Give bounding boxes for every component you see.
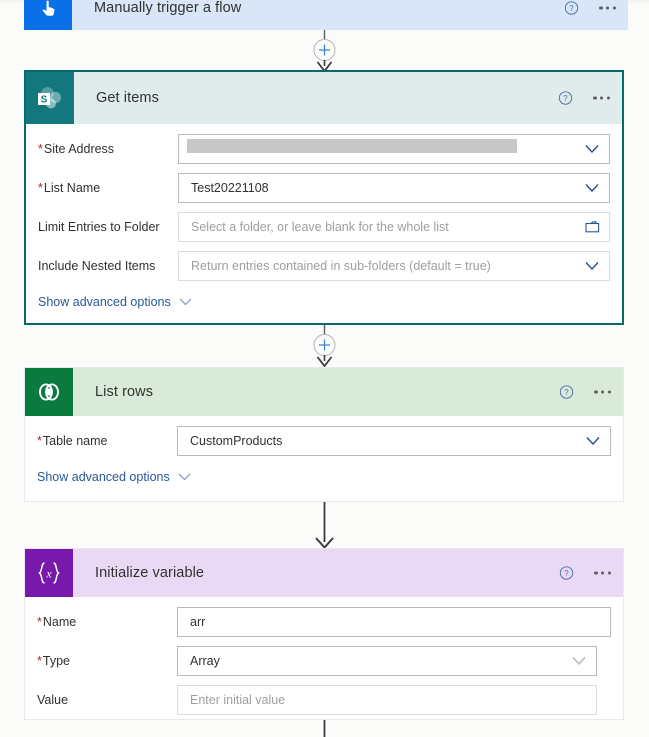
flow-step-initialize-variable[interactable]: x Initialize variable ? *Name arr *Type …	[24, 548, 624, 720]
flow-designer-canvas: Manually trigger a flow ? S Get items ? …	[0, 0, 649, 737]
flow-step-get-items[interactable]: S Get items ? *Site Address *List Name T…	[24, 70, 624, 325]
variable-braces-icon: x	[25, 549, 73, 597]
step-header-actions[interactable]: ?	[564, 1, 616, 16]
step-form: *Table name CustomProducts Show advanced…	[25, 416, 623, 484]
field-label: Value	[37, 692, 69, 707]
step-form: *Name arr *Type Array Value Enter initia…	[25, 597, 623, 715]
step-header-actions[interactable]: ?	[559, 385, 611, 400]
field-value: Array	[190, 654, 220, 668]
field-label: *Type	[37, 653, 70, 668]
dataverse-icon	[25, 368, 73, 416]
variable-type-dropdown[interactable]: Array	[177, 646, 597, 676]
show-advanced-options-label: Show advanced options	[37, 470, 170, 484]
help-icon[interactable]: ?	[558, 91, 573, 106]
variable-name-input[interactable]: arr	[177, 607, 611, 637]
folder-picker-icon[interactable]	[585, 220, 601, 234]
field-row-name: *Name arr	[37, 607, 611, 637]
limit-entries-to-folder-input[interactable]: Select a folder, or leave blank for the …	[178, 212, 610, 242]
more-options-icon[interactable]	[599, 6, 616, 10]
field-label: Include Nested Items	[38, 258, 156, 273]
field-label: *Site Address	[38, 141, 115, 156]
step-header[interactable]: Manually trigger a flow ?	[24, 0, 628, 30]
svg-text:x: x	[45, 567, 52, 581]
redacted-value-bar	[187, 139, 517, 153]
svg-text:?: ?	[570, 4, 575, 13]
field-value: CustomProducts	[190, 434, 283, 448]
chevron-down-icon[interactable]	[585, 144, 599, 154]
connector-3	[0, 502, 649, 548]
field-row-site-address: *Site Address	[38, 134, 610, 164]
field-row-type: *Type Array	[37, 646, 611, 676]
step-header[interactable]: S Get items ?	[26, 72, 622, 124]
chevron-down-icon[interactable]	[586, 436, 600, 446]
chevron-down-icon[interactable]	[585, 183, 599, 193]
list-name-dropdown[interactable]: Test20221108	[178, 173, 610, 203]
svg-text:?: ?	[565, 569, 570, 578]
field-row-limit-entries-to-folder: Limit Entries to Folder Select a folder,…	[38, 212, 610, 242]
field-value: Test20221108	[191, 181, 269, 195]
field-label: Limit Entries to Folder	[38, 219, 160, 234]
sharepoint-icon: S	[26, 72, 74, 124]
field-placeholder: Select a folder, or leave blank for the …	[191, 220, 449, 234]
field-placeholder: Enter initial value	[190, 693, 286, 707]
variable-value-input[interactable]: Enter initial value	[177, 685, 597, 715]
show-advanced-options-link[interactable]: Show advanced options	[38, 295, 610, 309]
chevron-down-icon[interactable]	[572, 657, 586, 666]
chevron-down-icon	[179, 298, 192, 306]
step-form: *Site Address *List Name Test20221108 Li…	[26, 124, 622, 309]
show-advanced-options-link[interactable]: Show advanced options	[37, 470, 611, 484]
step-title: Initialize variable	[95, 565, 205, 581]
step-header-actions[interactable]: ?	[558, 91, 610, 106]
connector-1	[0, 30, 649, 72]
connector-4	[0, 720, 649, 737]
more-options-icon[interactable]	[594, 571, 611, 575]
chevron-down-icon[interactable]	[585, 261, 599, 271]
field-row-list-name: *List Name Test20221108	[38, 173, 610, 203]
field-value: arr	[190, 615, 206, 629]
help-icon[interactable]: ?	[564, 1, 579, 16]
step-header[interactable]: List rows ?	[25, 368, 623, 416]
connector-2	[0, 325, 649, 367]
step-title: Get items	[96, 90, 159, 106]
flow-step-list-rows[interactable]: List rows ? *Table name CustomProducts S…	[24, 367, 624, 502]
show-advanced-options-label: Show advanced options	[38, 295, 171, 309]
svg-text:?: ?	[565, 388, 570, 397]
svg-text:S: S	[41, 95, 48, 106]
more-options-icon[interactable]	[594, 390, 611, 394]
chevron-down-icon	[178, 473, 191, 481]
step-header-actions[interactable]: ?	[559, 566, 611, 581]
table-name-dropdown[interactable]: CustomProducts	[177, 426, 611, 456]
field-label: *Name	[37, 614, 77, 629]
field-row-value: Value Enter initial value	[37, 685, 611, 715]
field-label: *Table name	[37, 433, 108, 448]
help-icon[interactable]: ?	[559, 566, 574, 581]
field-row-include-nested-items: Include Nested Items Return entries cont…	[38, 251, 610, 281]
help-icon[interactable]: ?	[559, 385, 574, 400]
svg-text:?: ?	[564, 94, 569, 103]
step-header[interactable]: x Initialize variable ?	[25, 549, 623, 597]
field-placeholder: Return entries contained in sub-folders …	[191, 259, 491, 273]
more-options-icon[interactable]	[593, 96, 610, 100]
hand-pointer-icon	[24, 0, 72, 30]
flow-step-manually-trigger-a-flow[interactable]: Manually trigger a flow ?	[24, 0, 628, 30]
field-row-table-name: *Table name CustomProducts	[37, 426, 611, 456]
step-title: Manually trigger a flow	[94, 0, 242, 16]
field-label: *List Name	[38, 180, 101, 195]
step-title: List rows	[95, 384, 154, 400]
include-nested-items-dropdown[interactable]: Return entries contained in sub-folders …	[178, 251, 610, 281]
site-address-dropdown[interactable]	[178, 134, 610, 164]
